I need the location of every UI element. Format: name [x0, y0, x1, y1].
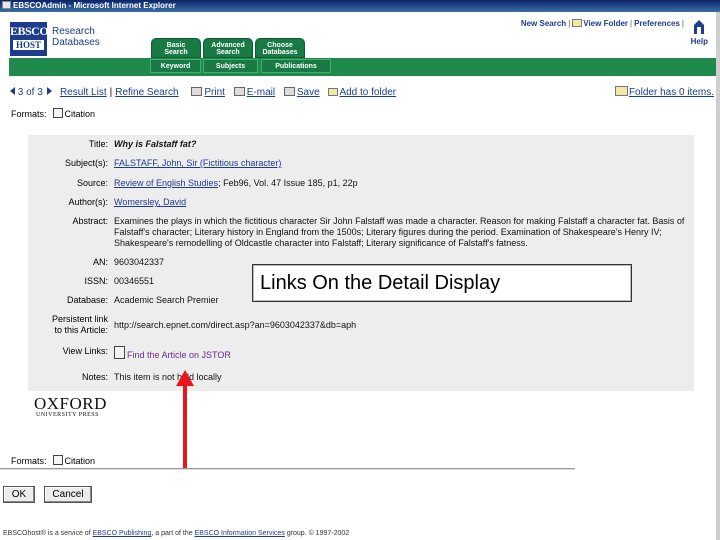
logo-tagline-2: Databases: [52, 37, 100, 48]
window-icon: [2, 1, 11, 9]
abstract-label: Abstract:: [72, 216, 108, 226]
logo-tagline: Research Databases: [52, 26, 100, 48]
publisher-name: OXFORD: [34, 394, 107, 413]
source-label: Source:: [76, 178, 108, 188]
top-links: New Search | View Folder | Preferences |: [521, 19, 686, 28]
cancel-button[interactable]: Cancel: [44, 486, 92, 503]
an-label: AN:: [92, 257, 108, 267]
ebsco-logo[interactable]: EBSCO HOST: [10, 22, 49, 56]
tab-label: Search: [216, 49, 240, 56]
notes-value: This item is not held locally: [114, 372, 222, 382]
red-arrow-icon: [176, 370, 194, 470]
view-links-label: View Links:: [62, 346, 108, 356]
folder-status-text: Folder has 0 items.: [628, 87, 714, 98]
citation-link[interactable]: Citation: [65, 109, 96, 119]
citation-icon: [52, 108, 63, 118]
help-link[interactable]: Help: [691, 37, 708, 46]
nav-keyword[interactable]: Keyword: [150, 59, 201, 73]
window-title-bar: EBSCOAdmin - Microsoft Internet Explorer: [0, 0, 720, 12]
ebsco-publishing-link[interactable]: EBSCO Publishing: [93, 530, 152, 537]
result-list-link[interactable]: Result List: [60, 87, 107, 98]
separator: |: [681, 19, 684, 28]
footer: EBSCOhost® is a service of EBSCO Publish…: [0, 530, 720, 537]
formats-bottom: Formats: Citation: [11, 455, 95, 466]
new-search-link[interactable]: New Search: [521, 19, 566, 28]
save-link[interactable]: Save: [297, 87, 320, 98]
library-icon[interactable]: [692, 19, 706, 37]
publisher-logo: OXFORD UNIVERSITY PRESS: [34, 395, 107, 418]
persistent-label-line2: to this Article:: [54, 325, 108, 335]
formats-label: Formats:: [11, 109, 47, 119]
footer-copyright: group. © 1997-2002: [286, 530, 350, 537]
formats-top: Formats: Citation: [11, 108, 95, 119]
persistent-link-value[interactable]: http://search.epnet.com/direct.asp?an=96…: [114, 320, 688, 331]
email-icon: [233, 87, 245, 96]
next-record-icon[interactable]: [46, 87, 52, 95]
tab-choose-databases[interactable]: Choose Databases: [255, 38, 305, 58]
footer-text: EBSCOhost® is a service of: [3, 530, 91, 537]
separator: |: [109, 87, 113, 98]
view-folder-link[interactable]: View Folder: [583, 19, 628, 28]
logo-line1: EBSCO: [10, 24, 49, 38]
tab-label: Advanced: [211, 42, 245, 49]
logo-line2: HOST: [13, 40, 44, 50]
database-label: Database:: [66, 295, 108, 305]
subjects-label: Subject(s):: [64, 158, 108, 168]
folder-icon: [572, 19, 583, 27]
nav-subjects[interactable]: Subjects: [203, 59, 258, 73]
ok-button[interactable]: OK: [3, 486, 35, 503]
nav-bar: [9, 58, 716, 76]
ebsco-information-services-link[interactable]: EBSCO Information Services: [195, 530, 285, 537]
tab-advanced-search[interactable]: Advanced Search: [203, 38, 253, 58]
folder-icon: [614, 86, 628, 96]
window-edge: [716, 12, 720, 540]
title-value: Why is Falstaff fat?: [114, 139, 197, 149]
formats-label: Formats:: [11, 456, 47, 466]
subject-link[interactable]: FALSTAFF, John, Sir (Fictitious characte…: [114, 158, 281, 168]
record-toolbar: 3 of 3 Result List | Refine Search Print E…: [10, 87, 396, 98]
divider: [0, 468, 575, 470]
tab-label: Databases: [262, 49, 298, 56]
save-icon: [283, 87, 295, 96]
callout-box: Links On the Detail Display: [252, 264, 632, 302]
email-link[interactable]: E-mail: [247, 87, 275, 98]
persistent-link-label: Persistent link to this Article:: [28, 314, 108, 336]
nav-publications[interactable]: Publications: [261, 59, 331, 73]
print-link[interactable]: Print: [204, 87, 225, 98]
notes-label: Notes:: [81, 372, 108, 382]
separator: |: [568, 19, 571, 28]
find-article-jstor-link[interactable]: Find the Article on JSTOR: [127, 350, 231, 360]
add-to-folder-link[interactable]: Add to folder: [339, 87, 396, 98]
logo-tagline-1: Research: [52, 26, 95, 37]
document-link-icon[interactable]: [114, 346, 125, 359]
source-details: ; Feb96, Vol. 47 Issue 185, p1, 22p: [218, 178, 358, 188]
citation-icon: [52, 455, 63, 465]
add-folder-icon: [328, 88, 339, 96]
print-icon: [191, 87, 203, 96]
title-label: Title:: [88, 139, 108, 149]
tab-basic-search[interactable]: Basic Search: [151, 38, 201, 58]
separator: |: [630, 19, 633, 28]
tab-label: Choose: [267, 42, 293, 49]
window-title: EBSCOAdmin - Microsoft Internet Explorer: [13, 1, 176, 10]
record-position: 3 of 3: [17, 87, 43, 98]
abstract-value: Examines the plays in which the fictitio…: [114, 216, 685, 248]
folder-status-link[interactable]: Folder has 0 items.: [614, 86, 714, 98]
issn-label: ISSN:: [84, 276, 108, 286]
citation-link[interactable]: Citation: [65, 456, 96, 466]
refine-search-link[interactable]: Refine Search: [115, 87, 178, 98]
publisher-sub: UNIVERSITY PRESS: [36, 412, 99, 418]
tab-label: Basic: [166, 42, 186, 49]
preferences-link[interactable]: Preferences: [634, 19, 680, 28]
author-link[interactable]: Womersley, David: [114, 197, 186, 207]
source-journal-link[interactable]: Review of English Studies: [114, 178, 218, 188]
persistent-label-line1: Persistent link: [51, 314, 108, 324]
previous-record-icon[interactable]: [10, 87, 15, 95]
tab-label: Search: [164, 49, 188, 56]
authors-label: Author(s):: [68, 197, 108, 207]
footer-text: , a part of the: [151, 530, 193, 537]
